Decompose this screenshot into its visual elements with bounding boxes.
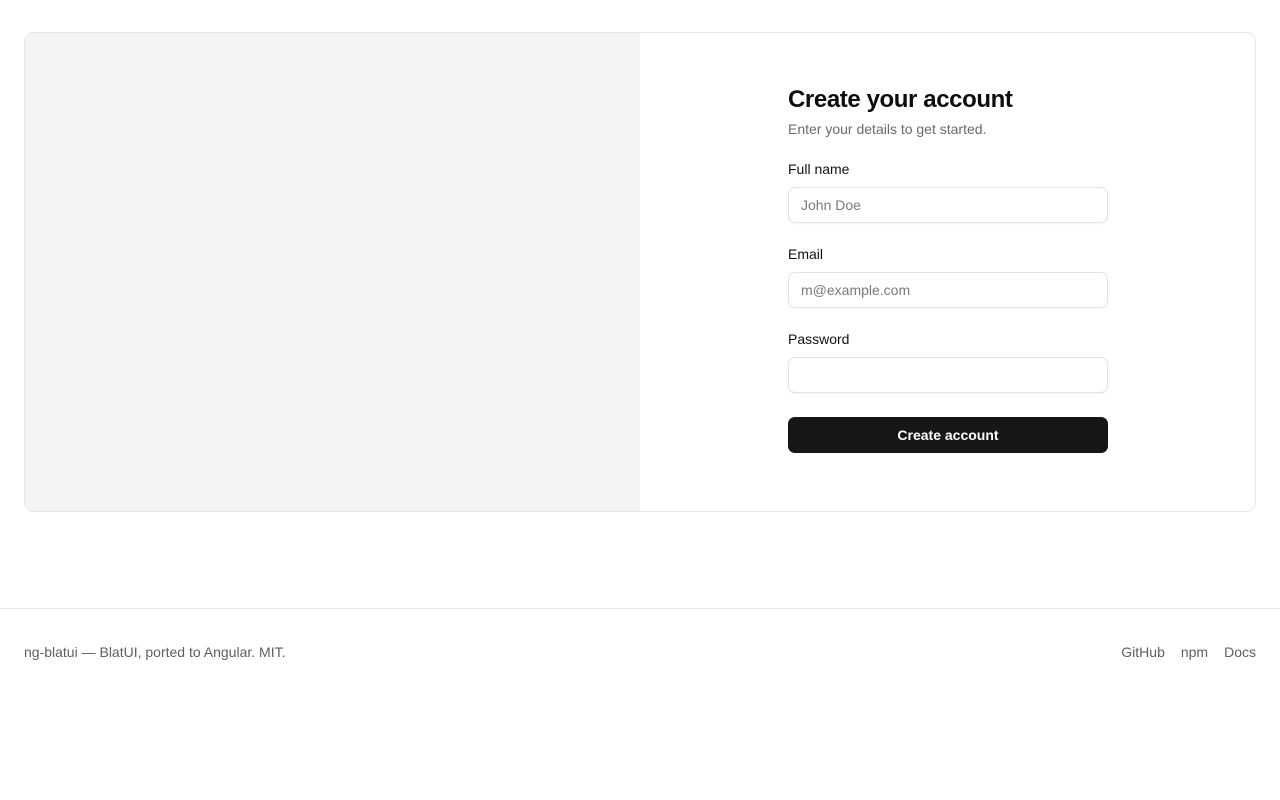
password-label: Password: [788, 331, 850, 347]
email-input[interactable]: [788, 272, 1108, 308]
media-panel: [25, 33, 640, 511]
password-field-group: Password: [788, 330, 1108, 393]
email-label: Email: [788, 246, 824, 262]
signup-form: Create your account Enter your details t…: [788, 85, 1108, 453]
footer-link-docs[interactable]: Docs: [1224, 643, 1256, 661]
email-field-group: Email: [788, 245, 1108, 308]
page-subtitle: Enter your details to get started.: [788, 121, 987, 137]
full-name-input[interactable]: [788, 187, 1108, 223]
full-name-field-group: Full name: [788, 160, 1108, 223]
form-panel: Create your account Enter your details t…: [640, 33, 1255, 511]
full-name-label: Full name: [788, 161, 850, 177]
page-title: Create your account: [788, 86, 1013, 113]
footer-link-github[interactable]: GitHub: [1121, 643, 1165, 661]
signup-card: Create your account Enter your details t…: [24, 32, 1256, 512]
footer-link-npm[interactable]: npm: [1181, 643, 1208, 661]
site-footer: ng-blatui — BlatUI, ported to Angular. M…: [0, 608, 1280, 688]
footer-credits: ng-blatui — BlatUI, ported to Angular. M…: [24, 644, 286, 660]
create-account-button[interactable]: Create account: [788, 417, 1108, 453]
password-input[interactable]: [788, 357, 1108, 393]
footer-links: GitHub npm Docs: [1121, 643, 1256, 661]
